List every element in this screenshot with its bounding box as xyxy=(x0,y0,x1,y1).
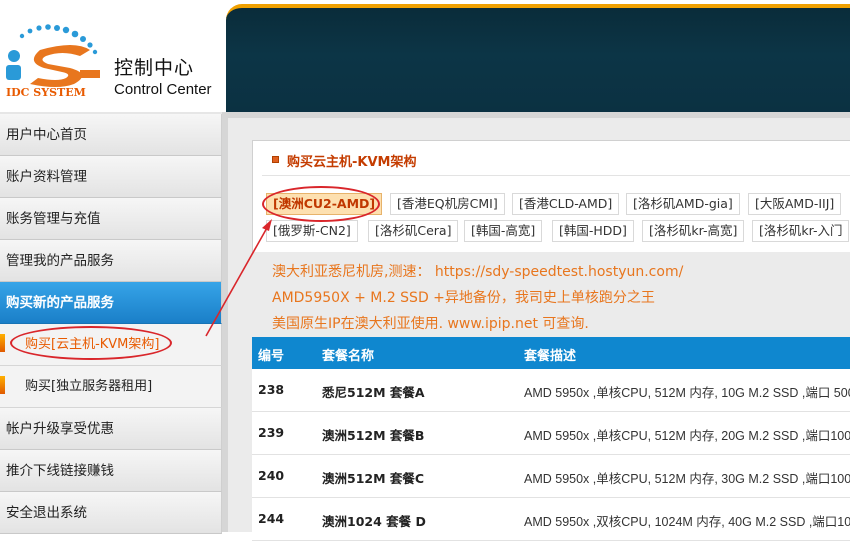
plan-id: 239 xyxy=(258,425,285,440)
table-row[interactable]: 239 澳洲512M 套餐B AMD 5950x ,单核CPU, 512M 内存… xyxy=(252,412,850,455)
sidebar-item-billing[interactable]: 账务管理与充值 xyxy=(0,198,222,240)
notice-line-3: 美国原生IP在澳大利亚使用. www.ipip.net 可查询. xyxy=(272,316,589,332)
table-row[interactable]: 240 澳洲512M 套餐C AMD 5950x ,单核CPU, 512M 内存… xyxy=(252,455,850,498)
sidebar-item-upgrade[interactable]: 帐户升级享受优惠 xyxy=(0,408,222,450)
plan-desc: AMD 5950x ,单核CPU, 512M 内存, 20G M.2 SSD ,… xyxy=(524,429,850,443)
table-row[interactable]: 244 澳洲1024 套餐 D AMD 5950x ,双核CPU, 1024M … xyxy=(252,498,850,541)
header: IDC SYSTEM 控制中心 Control Center xyxy=(0,0,850,112)
sidebar-item-home[interactable]: 用户中心首页 xyxy=(0,114,222,156)
header-banner xyxy=(226,4,850,112)
tab-kr-hdd[interactable]: [韩国-HDD] xyxy=(552,220,634,242)
plan-name: 澳洲1024 套餐 D xyxy=(322,514,426,529)
annotation-oval-sidebar xyxy=(10,326,172,360)
panel-title: 购买云主机-KVM架构 xyxy=(287,155,417,170)
tab-la-kr-highbw[interactable]: [洛杉矶kr-高宽] xyxy=(642,220,745,242)
notice-line-1: 澳大利亚悉尼机房,测速： https://sdy-speedtest.hosty… xyxy=(272,264,684,280)
sidebar-item-my-services[interactable]: 管理我的产品服务 xyxy=(0,240,222,282)
brand-title-cn: 控制中心 xyxy=(114,57,195,79)
tab-kr-highbw[interactable]: [韩国-高宽] xyxy=(464,220,543,242)
bullet-bar-icon xyxy=(0,376,5,394)
plan-name: 悉尼512M 套餐A xyxy=(322,385,425,400)
notice-line-2: AMD5950X + M.2 SSD +异地备份，我司史上单核跑分之王 xyxy=(272,290,655,306)
sidebar-item-logout[interactable]: 安全退出系统 xyxy=(0,492,222,534)
tab-ru-cn2[interactable]: [俄罗斯-CN2] xyxy=(266,220,358,242)
plan-desc: AMD 5950x ,单核CPU, 512M 内存, 30G M.2 SSD ,… xyxy=(524,472,850,486)
sidebar-subitem-buy-dedicated[interactable]: 购买[独立服务器租用] xyxy=(0,366,222,408)
column-header-desc: 套餐描述 xyxy=(524,349,577,364)
brand-title-en: Control Center xyxy=(114,81,212,98)
tab-la-amd-gia[interactable]: [洛杉矶AMD-gia] xyxy=(626,193,740,215)
tab-hk-eq-cmi[interactable]: [香港EQ机房CMI] xyxy=(390,193,505,215)
sidebar-item-account-profile[interactable]: 账户资料管理 xyxy=(0,156,222,198)
idc-system-logo: IDC SYSTEM xyxy=(6,24,100,99)
sidebar-subitem-label: 购买[独立服务器租用] xyxy=(25,379,153,394)
column-header-id: 编号 xyxy=(258,349,285,364)
bullet-bar-icon xyxy=(0,334,5,352)
plan-name: 澳洲512M 套餐C xyxy=(322,471,425,486)
plan-name: 澳洲512M 套餐B xyxy=(322,428,425,443)
tab-la-kr-entry[interactable]: [洛杉矶kr-入门 xyxy=(752,220,850,242)
divider xyxy=(262,175,850,176)
plan-desc: AMD 5950x ,单核CPU, 512M 内存, 10G M.2 SSD ,… xyxy=(524,386,850,400)
tab-hk-cld-amd[interactable]: [香港CLD-AMD] xyxy=(512,193,620,215)
sidebar-item-buy-services[interactable]: 购买新的产品服务 xyxy=(0,282,222,324)
column-header-name: 套餐名称 xyxy=(322,349,375,364)
square-bullet-icon xyxy=(272,156,279,163)
table-row[interactable]: 238 悉尼512M 套餐A AMD 5950x ,单核CPU, 512M 内存… xyxy=(252,369,850,412)
tab-la-cera[interactable]: [洛杉矶Cera] xyxy=(368,220,459,242)
plan-id: 240 xyxy=(258,468,285,483)
plan-id: 238 xyxy=(258,382,285,397)
tab-osaka-amd-iij[interactable]: [大阪AMD-IIJ] xyxy=(748,193,842,215)
sidebar-item-referral[interactable]: 推介下线链接赚钱 xyxy=(0,450,222,492)
table-header: 编号 套餐名称 套餐描述 xyxy=(252,337,850,369)
logo-text: IDC SYSTEM xyxy=(6,86,86,99)
annotation-oval-tab xyxy=(262,186,380,222)
plan-desc: AMD 5950x ,双核CPU, 1024M 内存, 40G M.2 SSD … xyxy=(524,515,850,529)
plan-id: 244 xyxy=(258,511,285,526)
